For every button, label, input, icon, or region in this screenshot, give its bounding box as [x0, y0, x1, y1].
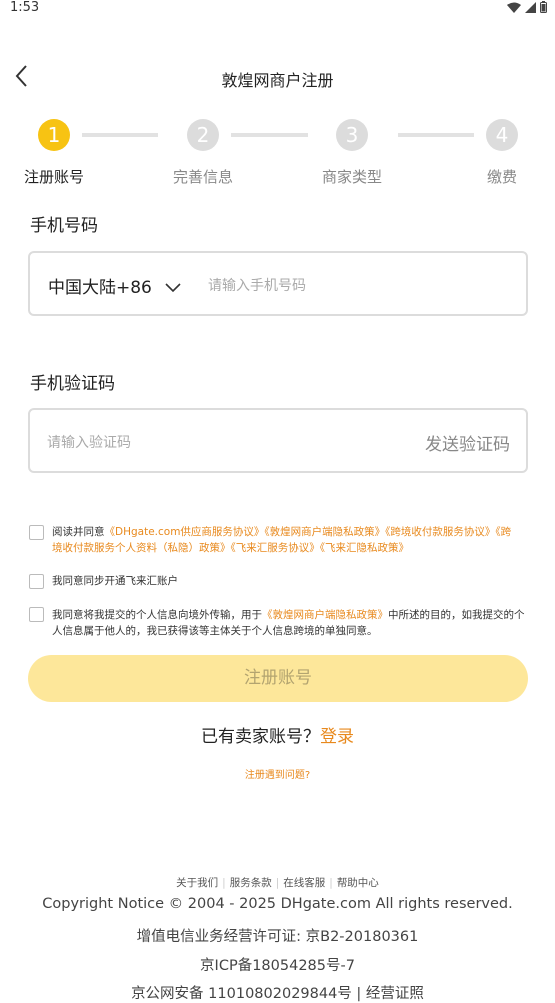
privacy-policy-link[interactable]: 《敦煌网商户端隐私政策》	[262, 609, 388, 621]
step-2-label: 完善信息	[172, 168, 233, 186]
agreement-text-1: 阅读并同意《DHgate.com供应商服务协议》《敦煌网商户端隐私政策》《跨境收…	[52, 524, 514, 556]
separator: |	[222, 877, 226, 889]
phone-field: 中国大陆+86 请输入手机号码	[28, 251, 528, 316]
code-label: 手机验证码	[30, 374, 115, 394]
step-connector	[398, 133, 474, 137]
agreement-text-2: 我同意同步开通飞来汇账户	[52, 575, 178, 587]
step-4-label: 缴费	[486, 168, 517, 186]
register-button[interactable]: 注册账号	[28, 655, 528, 702]
agreement-text-3: 我同意将我提交的个人信息向境外传输，用于《敦煌网商户端隐私政策》中所述的目的，如…	[52, 607, 526, 639]
country-code-value: 中国大陆+86	[48, 278, 152, 298]
step-3-label: 商家类型	[321, 168, 382, 186]
footer-link-terms[interactable]: 服务条款	[230, 877, 272, 889]
separator: |	[275, 877, 280, 889]
footer-link-about[interactable]: 关于我们	[176, 877, 218, 889]
footer-icp[interactable]: 京ICP备18054285号-7	[0, 954, 555, 975]
footer-link-help[interactable]: 帮助中心	[337, 877, 379, 889]
signal-icon	[525, 1, 536, 13]
registration-problem-link[interactable]: 注册遇到问题?	[0, 766, 555, 781]
step-3-circle: 3	[336, 119, 368, 151]
step-2-circle: 2	[187, 119, 219, 151]
separator: |	[329, 877, 333, 889]
wifi-icon	[507, 2, 521, 13]
step-1-circle: 1	[38, 119, 70, 151]
step-connector	[82, 133, 158, 137]
agreement-prefix: 阅读并同意	[52, 526, 105, 538]
country-code-select[interactable]: 中国大陆+86	[48, 273, 181, 298]
agreement-prefix: 我同意将我提交的个人信息向境外传输，用于	[52, 609, 262, 621]
agreement-links[interactable]: 《DHgate.com供应商服务协议》《敦煌网商户端隐私政策》《跨境收付款服务协…	[52, 526, 511, 554]
agreement-checkbox-1[interactable]	[29, 525, 44, 540]
chevron-down-icon	[165, 283, 181, 293]
send-code-button[interactable]: 发送验证码	[425, 430, 510, 455]
agreement-checkbox-2[interactable]	[29, 574, 44, 589]
step-4-circle: 4	[486, 119, 518, 151]
status-icons	[507, 1, 547, 13]
login-row: 已有卖家账号？登录	[0, 722, 555, 747]
footer-link-support[interactable]: 在线客服	[283, 877, 325, 889]
footer-license: 增值电信业务经营许可证: 京B2-20180361	[136, 929, 419, 945]
phone-input[interactable]: 请输入手机号码	[208, 275, 306, 295]
step-1-label: 注册账号	[23, 168, 84, 186]
footer-links: 关于我们 | 服务条款 | 在线客服 | 帮助中心	[0, 875, 555, 890]
page-title: 敦煌网商户注册	[221, 71, 334, 90]
footer-copyright: Copyright Notice © 2004 - 2025 DHgate.co…	[42, 896, 513, 912]
login-prompt: 已有卖家账号？	[201, 727, 320, 747]
code-input[interactable]: 请输入验证码	[47, 432, 131, 452]
status-time: 1:53	[10, 0, 40, 15]
battery-icon	[540, 1, 547, 13]
agreement-checkbox-3[interactable]	[29, 607, 44, 622]
phone-label: 手机号码	[30, 216, 98, 236]
code-field: 请输入验证码 发送验证码	[28, 408, 528, 473]
login-link[interactable]: 登录	[320, 727, 354, 747]
step-connector	[231, 133, 308, 137]
